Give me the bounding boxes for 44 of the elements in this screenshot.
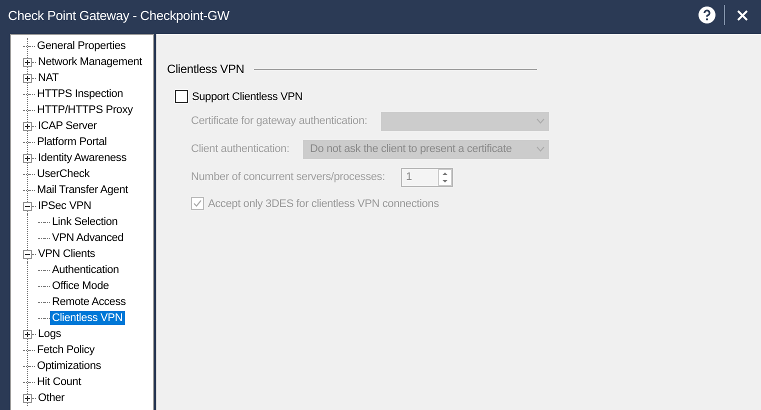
tree-item[interactable]: ICAP Server (36, 119, 99, 133)
expand-icon[interactable] (23, 58, 32, 66)
tree-item[interactable]: Platform Portal (35, 135, 109, 149)
tree-item[interactable]: Hit Count (35, 375, 84, 389)
tree-item[interactable]: Other (36, 391, 67, 405)
tree-item[interactable]: UserCheck (35, 167, 92, 181)
section-title: Clientless VPN (167, 62, 244, 76)
checkbox-label: Accept only 3DES for clientless VPN connections (208, 198, 439, 210)
expand-icon[interactable] (23, 74, 32, 82)
expand-icon[interactable] (23, 394, 32, 402)
field-label: Client authentication: (191, 143, 290, 155)
chevron-down-icon (536, 118, 545, 124)
expand-icon[interactable] (23, 154, 32, 162)
tree-item[interactable]: NAT (36, 71, 61, 85)
tree-item[interactable]: Fetch Policy (35, 343, 97, 357)
tree-item[interactable]: Office Mode (50, 279, 111, 293)
tree-item[interactable]: Identity Awareness (36, 151, 129, 165)
tree-item[interactable]: IPSec VPN (36, 199, 94, 213)
tree-item[interactable]: Network Management (36, 55, 144, 69)
help-icon (698, 6, 716, 24)
tree-item[interactable]: Authentication (50, 263, 121, 277)
help-button[interactable] (696, 4, 718, 26)
close-icon (736, 10, 748, 20)
tree-item[interactable]: Link Selection (50, 215, 120, 229)
tree-item[interactable]: Remote Access (50, 295, 128, 309)
checkbox-label: Support Clientless VPN (192, 90, 303, 102)
chevron-down-icon (536, 146, 545, 152)
tree-item[interactable]: Optimizations (35, 359, 104, 373)
tree-item[interactable]: HTTPS Inspection (35, 87, 126, 101)
tree-item[interactable]: VPN Advanced (50, 231, 126, 245)
expand-icon[interactable] (23, 122, 32, 130)
window-title: Check Point Gateway - Checkpoint-GW (8, 8, 230, 22)
field-label: Number of concurrent servers/processes: (191, 171, 386, 183)
tree-item[interactable]: VPN Clients (36, 247, 98, 261)
checkbox[interactable] (175, 90, 188, 103)
collapse-icon[interactable] (23, 250, 32, 258)
field-label: Certificate for gateway authentication: (191, 115, 368, 127)
tree-item[interactable]: Clientless VPN (50, 311, 125, 325)
collapse-icon[interactable] (23, 202, 32, 210)
tree-item[interactable]: Mail Transfer Agent (35, 183, 130, 197)
expand-icon[interactable] (23, 330, 32, 338)
tree-item[interactable]: General Properties (35, 39, 128, 53)
tree-item[interactable]: HTTP/HTTPS Proxy (35, 103, 135, 117)
tree-item[interactable]: Logs (36, 327, 64, 341)
